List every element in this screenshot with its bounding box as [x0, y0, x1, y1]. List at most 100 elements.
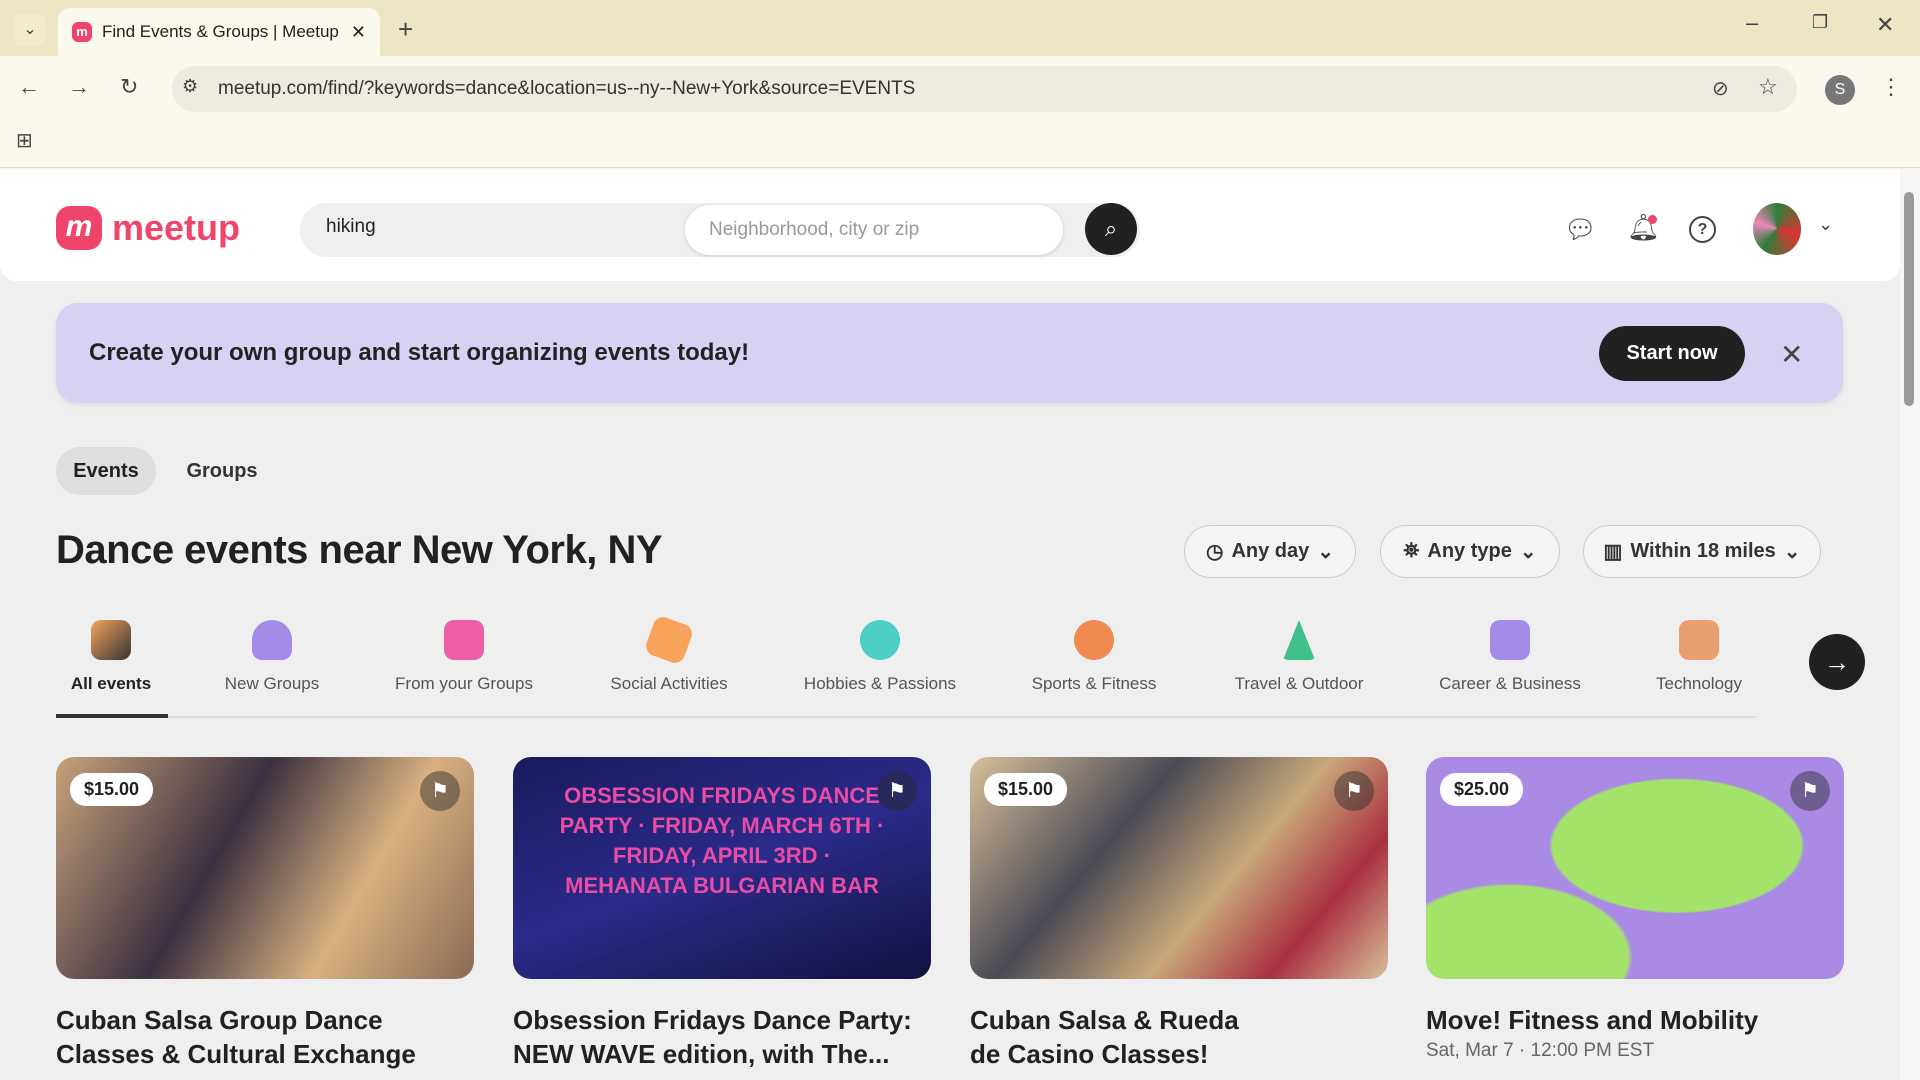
event-type-icon: ⛯ [1403, 540, 1420, 562]
browser-menu-icon[interactable]: ⋮ [1880, 74, 1902, 100]
calendar-icon [444, 620, 484, 660]
briefcase-icon [1490, 620, 1530, 660]
distance-filter[interactable]: ▥ Within 18 miles ⌄ [1583, 525, 1821, 578]
account-chevron-down-icon[interactable]: ⌄ [1818, 214, 1833, 235]
price-badge: $25.00 [1440, 773, 1524, 806]
category-active-underline [56, 714, 168, 718]
messages-icon[interactable]: 💬︎ [1564, 214, 1597, 245]
social-icon [643, 614, 695, 666]
chevron-down-icon: ⌄ [1519, 541, 1537, 563]
site-settings-icon[interactable]: ⚙ [182, 76, 198, 97]
address-bar[interactable]: meetup.com/find/?keywords=dance&location… [172, 66, 1797, 112]
price-badge: $15.00 [984, 773, 1068, 806]
close-window-icon[interactable]: ✕ [1876, 12, 1894, 38]
user-avatar[interactable] [1753, 203, 1801, 255]
keyword-input[interactable]: hiking [326, 216, 376, 238]
category-sports-fitness[interactable]: Sports & Fitness [1004, 620, 1184, 694]
event-card-image[interactable]: OBSESSION FRIDAYS DANCE PARTY · FRIDAY, … [513, 757, 931, 979]
minimize-icon[interactable]: – [1746, 10, 1758, 36]
category-label: Hobbies & Passions [803, 674, 957, 693]
reload-icon[interactable]: ↻ [120, 74, 138, 100]
apps-grid-icon[interactable]: ⊞ [16, 128, 33, 153]
tab-events[interactable]: Events [56, 447, 156, 495]
category-next-button[interactable]: → [1809, 634, 1865, 690]
arrow-right-icon: → [1824, 647, 1850, 677]
event-title[interactable]: Cuban Salsa Group Dance Classes & Cultur… [56, 1003, 474, 1071]
hobbies-icon [860, 620, 900, 660]
event-card-image[interactable]: $15.00 ⚑ [970, 757, 1388, 979]
laptop-icon [1679, 620, 1719, 660]
category-label: Travel & Outdoor [1234, 674, 1364, 693]
chevron-down-icon: ⌄ [1317, 541, 1335, 563]
category-label: Technology [1655, 674, 1742, 693]
meetup-logo[interactable]: m meetup [56, 206, 240, 250]
category-label: Career & Business [1439, 674, 1581, 693]
search-icon: ⌕ [1104, 216, 1118, 241]
bookmark-icon[interactable]: ⚑ [1790, 771, 1830, 811]
banner-close-icon[interactable]: ✕ [1780, 338, 1803, 371]
scrollbar-thumb[interactable] [1904, 192, 1914, 406]
new-tab-icon[interactable]: + [398, 14, 413, 45]
meetup-logo-icon: m [56, 206, 102, 250]
event-card-image[interactable]: $25.00 ⚑ [1426, 757, 1844, 979]
event-title[interactable]: Move! Fitness and Mobility [1426, 1003, 1844, 1037]
tree-icon [1283, 620, 1315, 660]
filter-label: Any type [1427, 540, 1512, 562]
category-new-groups[interactable]: New Groups [182, 620, 362, 694]
meetup-favicon-icon: m [72, 22, 92, 42]
eye-off-icon[interactable]: ⊘ [1712, 76, 1729, 101]
category-label: New Groups [224, 674, 320, 693]
category-career-business[interactable]: Career & Business [1420, 620, 1600, 694]
forward-icon[interactable]: → [68, 74, 90, 100]
back-icon[interactable]: ← [18, 74, 40, 100]
category-label: Sports & Fitness [1031, 674, 1157, 693]
event-date: Sat, Mar 7 · 12:00 PM EST [1426, 1040, 1655, 1061]
profile-avatar[interactable]: S [1825, 75, 1855, 105]
page-title: Dance events near New York, NY [56, 528, 663, 572]
location-input[interactable]: Neighborhood, city or zip [685, 205, 1063, 255]
price-badge: $15.00 [70, 773, 154, 806]
person-icon [252, 620, 292, 660]
category-from-your-groups[interactable]: From your Groups [374, 620, 554, 694]
filter-label: Any day [1231, 540, 1310, 562]
bookmark-star-icon[interactable]: ☆ [1758, 74, 1778, 100]
category-all-events[interactable]: All events [21, 620, 201, 694]
start-now-button[interactable]: Start now [1599, 326, 1745, 381]
logo-text: meetup [112, 207, 241, 248]
poster-text: OBSESSION FRIDAYS DANCE PARTY · FRIDAY, … [559, 783, 885, 898]
category-label: Social Activities [610, 674, 728, 693]
event-card-image[interactable]: $15.00 ⚑ [56, 757, 474, 979]
type-filter[interactable]: ⛯ Any type ⌄ [1380, 525, 1560, 578]
category-social-activities[interactable]: Social Activities [579, 614, 759, 694]
event-title-block: Move! Fitness and Mobility Sat, Mar 7 · 1… [1426, 1003, 1844, 1065]
bookmark-icon[interactable]: ⚑ [877, 771, 917, 811]
tab-search-chevron-icon[interactable]: ⌄ [14, 14, 46, 46]
tab-title: Find Events & Groups | Meetup [102, 22, 339, 41]
search-button[interactable]: ⌕ [1085, 203, 1137, 255]
browser-tab[interactable]: m Find Events & Groups | Meetup ✕ [58, 8, 380, 56]
category-travel-outdoor[interactable]: Travel & Outdoor [1209, 620, 1389, 694]
event-title[interactable]: Obsession Fridays Dance Party: NEW WAVE … [513, 1003, 931, 1071]
category-divider [56, 716, 1756, 718]
ball-icon [1074, 620, 1114, 660]
sparkle-icon [91, 620, 131, 660]
tab-groups[interactable]: Groups [172, 447, 272, 495]
notification-dot [1648, 215, 1657, 224]
clock-icon: ◷ [1205, 541, 1224, 563]
close-tab-icon[interactable]: ✕ [351, 22, 366, 43]
chevron-down-icon: ⌄ [1783, 541, 1801, 563]
bookmark-icon[interactable]: ⚑ [1334, 771, 1374, 811]
event-title[interactable]: Cuban Salsa & Rueda de Casino Classes! [970, 1003, 1270, 1071]
help-icon[interactable]: ? [1689, 216, 1716, 243]
restore-icon[interactable]: ❐ [1812, 12, 1828, 33]
banner-text: Create your own group and start organizi… [89, 339, 750, 366]
bookmark-icon[interactable]: ⚑ [420, 771, 460, 811]
category-label: From your Groups [395, 674, 533, 693]
url-text: meetup.com/find/?keywords=dance&location… [218, 78, 916, 99]
category-technology[interactable]: Technology [1609, 620, 1789, 694]
filter-label: Within 18 miles [1630, 540, 1776, 562]
map-icon: ▥ [1603, 541, 1623, 563]
day-filter[interactable]: ◷ Any day ⌄ [1184, 525, 1356, 578]
category-label: All events [70, 674, 152, 693]
category-hobbies-passions[interactable]: Hobbies & Passions [790, 620, 970, 694]
